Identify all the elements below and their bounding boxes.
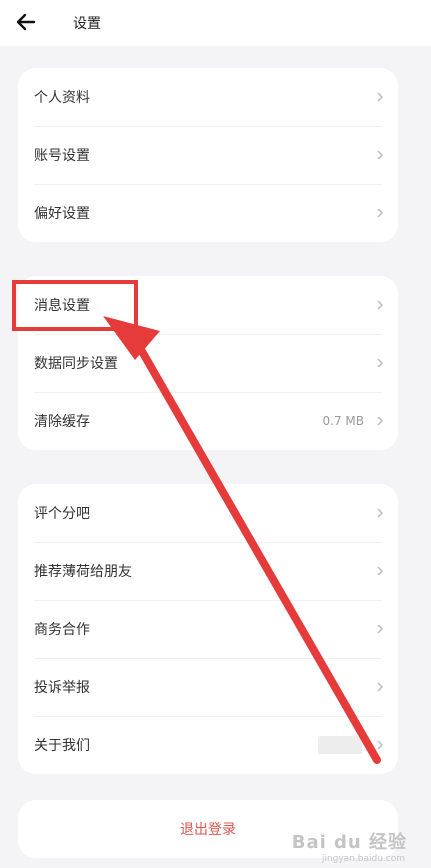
watermark-logo: Bai du 经验 <box>291 832 407 853</box>
chevron-right-icon <box>377 92 384 102</box>
settings-item-clear-cache[interactable]: 清除缓存 0.7 MB <box>18 392 398 450</box>
settings-item-label: 投诉举报 <box>34 680 90 696</box>
settings-item-data-sync[interactable]: 数据同步设置 <box>18 334 398 392</box>
settings-item-recommend[interactable]: 推荐薄荷给朋友 <box>18 542 398 600</box>
version-masked <box>318 736 362 754</box>
settings-item-label: 偏好设置 <box>34 206 90 222</box>
highlight-box <box>12 280 138 331</box>
settings-item-about[interactable]: 关于我们 <box>18 716 398 774</box>
chevron-right-icon <box>377 300 384 310</box>
chevron-right-icon <box>377 740 384 750</box>
chevron-right-icon <box>377 208 384 218</box>
watermark-url: jingyan.baidu.com <box>321 854 405 864</box>
settings-item-report[interactable]: 投诉举报 <box>18 658 398 716</box>
back-arrow-icon[interactable] <box>14 10 38 34</box>
settings-group-about: 评个分吧 推荐薄荷给朋友 商务合作 投诉举报 关于我们 <box>18 484 398 774</box>
settings-item-label: 数据同步设置 <box>34 356 118 372</box>
chevron-right-icon <box>377 624 384 634</box>
settings-group-profile: 个人资料 账号设置 偏好设置 <box>18 68 398 242</box>
cache-size-value: 0.7 MB <box>322 414 364 428</box>
page-title: 设置 <box>73 16 101 32</box>
settings-item-rate[interactable]: 评个分吧 <box>18 484 398 542</box>
settings-item-preferences[interactable]: 偏好设置 <box>18 184 398 242</box>
settings-item-label: 账号设置 <box>34 148 90 164</box>
settings-item-label: 个人资料 <box>34 90 90 106</box>
settings-item-profile[interactable]: 个人资料 <box>18 68 398 126</box>
settings-item-label: 评个分吧 <box>34 506 90 522</box>
chevron-right-icon <box>377 358 384 368</box>
chevron-right-icon <box>377 150 384 160</box>
settings-item-label: 清除缓存 <box>34 414 90 430</box>
chevron-right-icon <box>377 416 384 426</box>
chevron-right-icon <box>377 566 384 576</box>
chevron-right-icon <box>377 508 384 518</box>
settings-item-label: 商务合作 <box>34 622 90 638</box>
settings-item-account[interactable]: 账号设置 <box>18 126 398 184</box>
settings-item-label: 关于我们 <box>34 738 90 754</box>
top-bar: 设置 <box>0 0 431 46</box>
chevron-right-icon <box>377 682 384 692</box>
settings-item-business[interactable]: 商务合作 <box>18 600 398 658</box>
settings-item-label: 推荐薄荷给朋友 <box>34 564 132 580</box>
